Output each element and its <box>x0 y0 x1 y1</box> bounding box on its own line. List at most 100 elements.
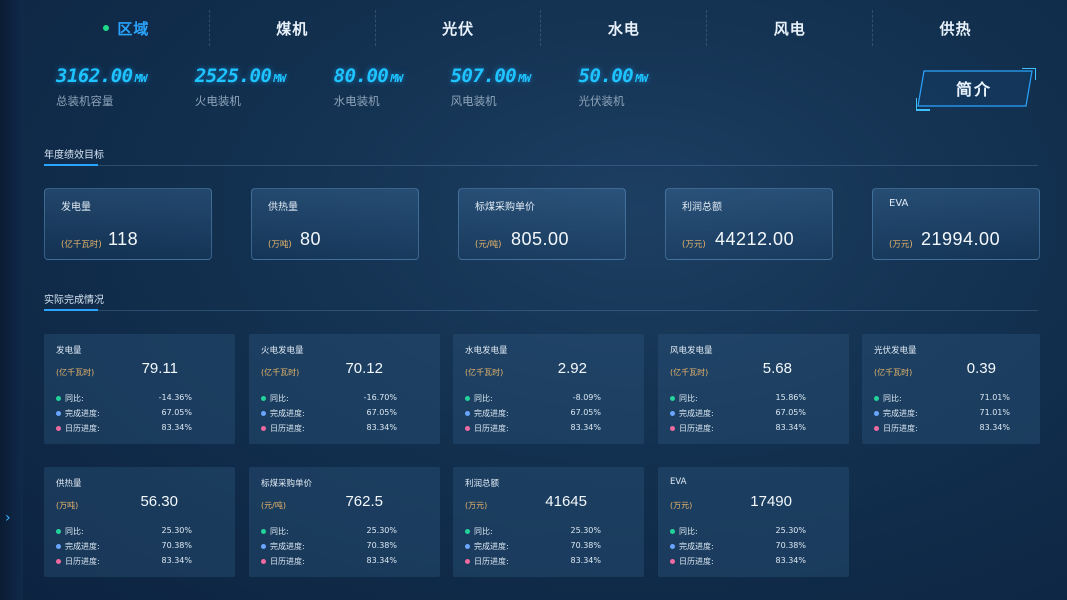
green-dot-icon <box>670 396 675 401</box>
actual-value: 79.11 <box>141 360 178 377</box>
actual-card: EVA (万元) 17490 同比: 25.30% 完成进度: 70.38% 日历进… <box>658 467 849 577</box>
green-dot-icon <box>465 396 470 401</box>
actual-unit: (亿千瓦时) <box>56 368 95 377</box>
metric-value: 83.34% <box>161 556 192 565</box>
pink-dot-icon <box>261 559 266 564</box>
pink-dot-icon <box>670 559 675 564</box>
pink-dot-icon <box>56 426 61 431</box>
metric-label: 完成进度: <box>474 409 509 418</box>
chevron-right-icon[interactable]: › <box>5 509 11 527</box>
actual-card: 供热量 (万吨) 56.30 同比: 25.30% 完成进度: 70.38% 日历进… <box>44 467 235 577</box>
stat-unit: MW <box>390 72 403 85</box>
target-value: 44212.00 <box>715 229 795 249</box>
actual-label: 光伏发电量 <box>874 346 917 356</box>
metric-progress: 完成进度: 70.38% <box>56 541 192 553</box>
actual-card: 光伏发电量 (亿千瓦时) 0.39 同比: 71.01% 完成进度: 71.01% … <box>862 334 1040 444</box>
intro-button[interactable]: 简介 <box>916 68 1036 111</box>
metric-label: 同比: <box>474 527 493 536</box>
divider-accent <box>44 309 98 311</box>
pink-dot-icon <box>670 426 675 431</box>
tab-heating[interactable]: 供热 <box>872 10 1038 46</box>
stat-label: 火电装机 <box>194 94 241 108</box>
metric-label: 日历进度: <box>65 557 100 566</box>
tab-coal[interactable]: 煤机 <box>208 10 375 46</box>
tab-solar[interactable]: 光伏 <box>374 10 541 46</box>
metric-value: 83.34% <box>775 423 806 432</box>
metric-value: 71.01% <box>979 393 1010 402</box>
tab-wind[interactable]: 风电 <box>706 10 872 46</box>
actual-label: 供热量 <box>56 479 82 489</box>
metric-value: 70.38% <box>775 541 806 550</box>
actual-label: 标煤采购单价 <box>261 479 313 489</box>
metric-value: 15.86% <box>775 393 806 402</box>
metric-progress: 完成进度: 67.05% <box>670 408 806 420</box>
blue-dot-icon <box>261 411 266 416</box>
metric-calendar: 日历进度: 83.34% <box>261 556 397 568</box>
actual-label: 利润总额 <box>465 479 500 489</box>
metric-calendar: 日历进度: 83.34% <box>465 556 601 568</box>
green-dot-icon <box>465 529 470 534</box>
blue-dot-icon <box>56 411 61 416</box>
metric-calendar: 日历进度: 83.34% <box>56 423 192 435</box>
target-value: 805.00 <box>511 229 570 249</box>
target-unit: (亿千瓦时) <box>61 240 102 250</box>
metric-calendar: 日历进度: 83.34% <box>261 423 397 435</box>
divider-accent <box>44 164 98 166</box>
metric-yoy: 同比: 25.30% <box>261 526 397 538</box>
stat-unit: MW <box>635 72 648 85</box>
capacity-stats: 3162.00 MW 总装机容量 2525.00 MW 火电装机 80.00 MW 水… <box>56 64 695 109</box>
metric-label: 完成进度: <box>679 409 714 418</box>
metric-value: -16.70% <box>363 393 397 402</box>
actual-label: 水电发电量 <box>465 346 508 356</box>
metric-value: 83.34% <box>775 556 806 565</box>
divider <box>44 310 1038 311</box>
actual-value: 0.39 <box>966 360 996 377</box>
metric-yoy: 同比: 25.30% <box>465 526 601 538</box>
metric-label: 日历进度: <box>65 424 100 433</box>
metric-yoy: 同比: 15.86% <box>670 393 806 405</box>
target-unit: (万元) <box>889 240 913 250</box>
stat-label: 水电装机 <box>333 94 380 108</box>
target-label: EVA <box>889 198 909 209</box>
green-dot-icon <box>261 396 266 401</box>
target-label: 标煤采购单价 <box>475 202 535 213</box>
metric-label: 同比: <box>679 527 698 536</box>
actual-value: 17490 <box>750 493 792 510</box>
actual-label: 发电量 <box>56 346 82 356</box>
actual-label: 风电发电量 <box>670 346 713 356</box>
green-dot-icon <box>874 396 879 401</box>
metric-yoy: 同比: 25.30% <box>56 526 192 538</box>
actual-label: 火电发电量 <box>261 346 304 356</box>
tab-label: 供热 <box>939 19 972 38</box>
metric-label: 日历进度: <box>474 424 509 433</box>
green-dot-icon <box>56 529 61 534</box>
tab-label: 光伏 <box>442 19 475 38</box>
blue-dot-icon <box>670 411 675 416</box>
metric-value: 25.30% <box>161 526 192 535</box>
metric-value: 67.05% <box>161 408 192 417</box>
target-value: 21994.00 <box>921 229 1001 249</box>
metric-calendar: 日历进度: 83.34% <box>56 556 192 568</box>
tab-hydro[interactable]: 水电 <box>540 10 706 46</box>
metric-label: 日历进度: <box>679 557 714 566</box>
metric-label: 日历进度: <box>474 557 509 566</box>
pink-dot-icon <box>261 426 266 431</box>
target-card: 标煤采购单价 (元/吨) 805.00 <box>458 188 626 260</box>
tab-label: 水电 <box>607 19 640 38</box>
actual-value: 2.92 <box>557 360 587 377</box>
actual-unit: (亿千瓦时) <box>465 368 504 377</box>
metric-progress: 完成进度: 71.01% <box>874 408 1010 420</box>
metric-label: 完成进度: <box>270 409 305 418</box>
target-card: 利润总额 (万元) 44212.00 <box>665 188 833 260</box>
top-nav: 区域 煤机 光伏 水电 风电 供热 <box>44 10 1038 46</box>
stat-thermal-capacity: 2525.00 MW 火电装机 <box>195 64 286 109</box>
metric-value: -14.36% <box>158 393 192 402</box>
tab-region[interactable]: 区域 <box>44 10 209 46</box>
metric-value: 70.38% <box>161 541 192 550</box>
target-label: 利润总额 <box>682 202 722 213</box>
pink-dot-icon <box>465 559 470 564</box>
metric-label: 日历进度: <box>270 424 305 433</box>
actual-unit: (亿千瓦时) <box>261 368 300 377</box>
metric-yoy: 同比: -14.36% <box>56 393 192 405</box>
stat-total-capacity: 3162.00 MW 总装机容量 <box>56 64 147 109</box>
